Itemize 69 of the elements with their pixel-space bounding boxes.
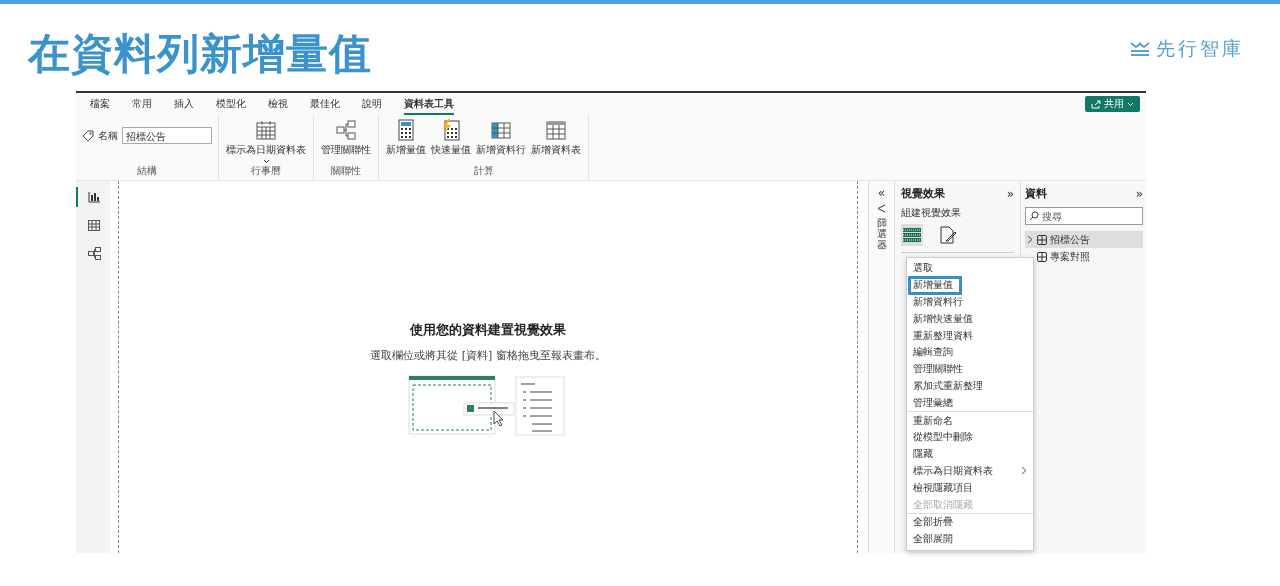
caret-icon (1127, 101, 1134, 107)
table-item[interactable]: 招標公告 (1025, 231, 1143, 248)
menu-item[interactable]: 從模型中刪除 (909, 428, 1031, 446)
bar-chart-icon (88, 191, 100, 203)
menu-item[interactable]: 檢視隱藏項目 (909, 479, 1031, 497)
quick-calculator-icon (440, 119, 462, 141)
ribbon-button[interactable]: 新增資料行 (475, 119, 527, 157)
slide-title: 在資料列新增量值 (28, 28, 372, 80)
menu-item[interactable]: 標示為日期資料表 (909, 462, 1031, 480)
pane-title: 資料 (1025, 186, 1047, 201)
calculator-icon (395, 119, 417, 141)
search-field[interactable]: 搜尋 (1025, 207, 1143, 225)
calendar-icon (255, 119, 277, 141)
chevron-icon[interactable] (1027, 235, 1034, 244)
share-button[interactable]: 共用 (1085, 96, 1140, 112)
logo-text: 先行智庫 (1156, 36, 1244, 61)
menu-item[interactable]: 全部展開 (909, 530, 1031, 548)
tag-icon (82, 129, 94, 142)
group-label: 結構 (137, 164, 157, 178)
share-icon (1091, 99, 1101, 109)
menu-item[interactable]: 累加式重新整理 (909, 377, 1031, 395)
search-icon (1029, 211, 1039, 221)
ribbon-tab[interactable]: 模型化 (216, 93, 246, 115)
menu-item[interactable]: 新增量值 (909, 276, 961, 294)
ribbon-button[interactable]: 管理關聯性 (320, 119, 372, 157)
ribbon-tab[interactable]: 插入 (174, 93, 194, 115)
collapse-button[interactable]: » (1135, 186, 1143, 201)
relationship-icon (335, 119, 357, 141)
build-visual-button[interactable] (901, 224, 923, 246)
ribbon-tab[interactable]: 檢視 (268, 93, 288, 115)
group-label: 計算 (473, 164, 494, 178)
name-label: 名稱 (98, 128, 118, 143)
group-label: 行事曆 (251, 164, 281, 178)
chevron-icon (1021, 466, 1027, 476)
ribbon-button[interactable]: 新增量值 (385, 119, 427, 157)
column-icon (490, 119, 512, 141)
filters-label[interactable]: 篩選器 (876, 217, 887, 250)
canvas-heading: 使用您的資料建置視覺效果 (410, 321, 566, 339)
menu-item[interactable]: 編輯查詢 (909, 344, 1031, 361)
canvas-hint: 選取欄位或將其從 [資料] 窗格拖曳至報表畫布。 (370, 348, 606, 363)
menu-item[interactable]: 新增快速量值 (909, 310, 1031, 328)
logo-icon (1130, 41, 1150, 57)
menu-item[interactable]: 管理彙總 (909, 394, 1031, 412)
collapse-button[interactable]: » (1006, 186, 1014, 201)
ribbon-button[interactable]: 快速量值 (430, 119, 472, 157)
ribbon-tab[interactable]: 最佳化 (310, 93, 340, 115)
format-visual-button[interactable] (937, 224, 959, 246)
menu-item[interactable]: 全部折疊 (909, 513, 1031, 531)
group-label: 關聯性 (331, 164, 361, 178)
menu-item[interactable]: 重新整理資料 (909, 327, 1031, 344)
menu-item[interactable]: 管理關聯性 (909, 360, 1031, 378)
ribbon-button[interactable]: 標示為日期資料表 (225, 119, 307, 164)
menu-item[interactable]: 隱藏 (909, 445, 1031, 463)
menu-item[interactable]: 重新命名 (909, 412, 1031, 429)
pane-title: 視覺效果 (901, 186, 945, 201)
ribbon-button[interactable]: 新增資料表 (530, 119, 582, 157)
ribbon-tab[interactable]: 檔案 (90, 93, 110, 115)
filter-icon (877, 204, 886, 213)
ribbon-tab[interactable]: 說明 (362, 93, 382, 115)
expand-button[interactable]: « (877, 186, 886, 200)
pane-subtitle: 組建視覺效果 (901, 206, 962, 220)
name-field[interactable]: 招標公告 (122, 127, 212, 144)
menu-item[interactable]: 新增資料行 (909, 293, 1031, 311)
table-icon (1037, 234, 1047, 245)
table-icon (545, 119, 567, 141)
table-icon (88, 219, 100, 231)
model-icon (87, 246, 101, 260)
table-icon (1037, 251, 1047, 262)
ribbon-tab[interactable]: 常用 (132, 93, 152, 115)
